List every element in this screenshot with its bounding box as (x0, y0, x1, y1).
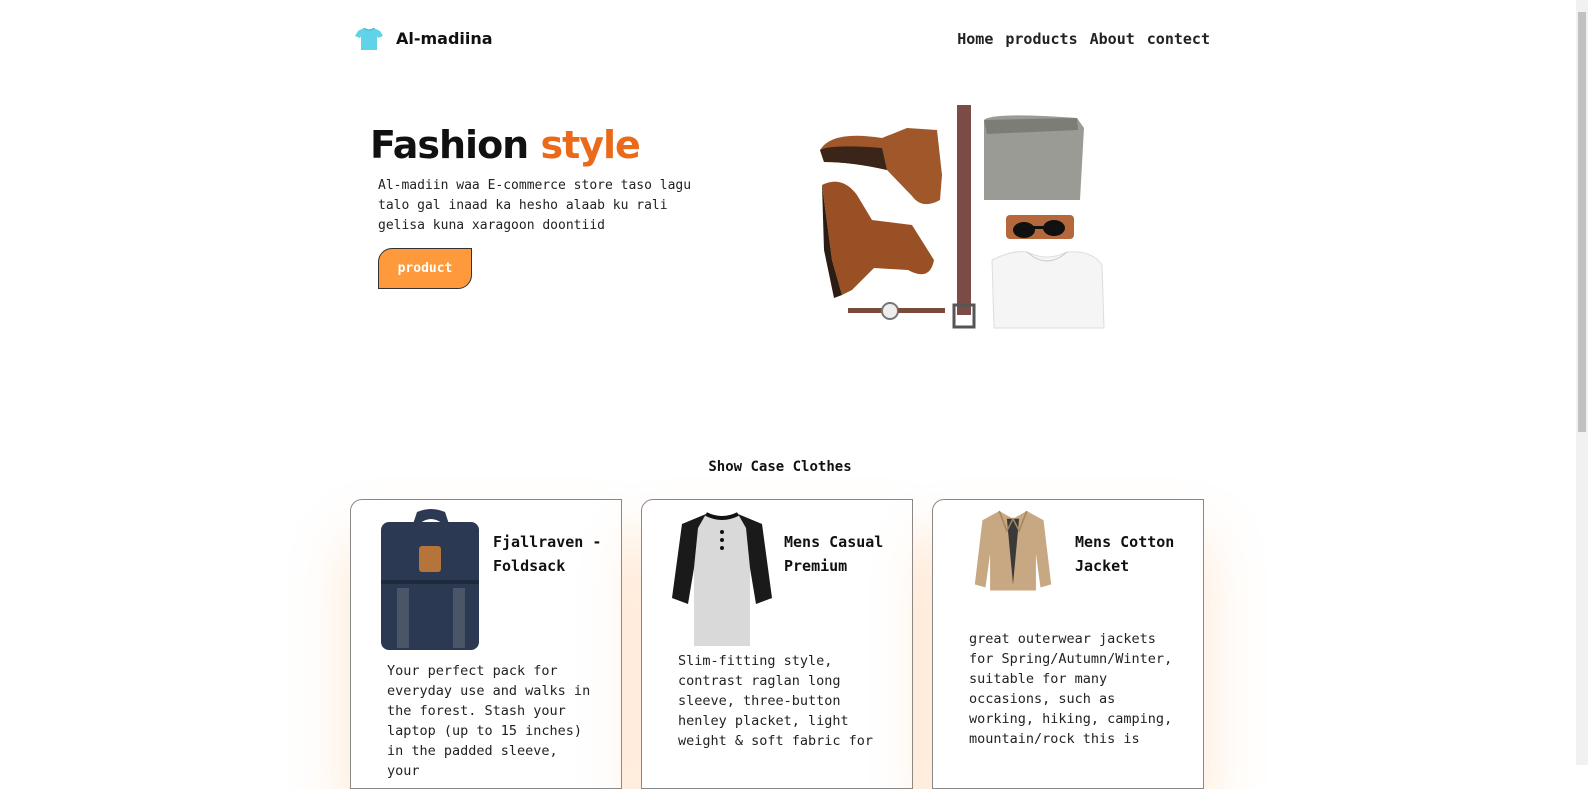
nav-products[interactable]: products (1005, 30, 1077, 48)
nav-contact[interactable]: contect (1147, 30, 1210, 48)
product-card[interactable]: Mens Cotton Jacket great outerwear jacke… (932, 499, 1204, 789)
hero-title-main: Fashion (370, 123, 529, 167)
brand-name[interactable]: Al-madiina (396, 29, 493, 48)
product-title[interactable]: Fjallraven - Foldsack (493, 530, 603, 578)
nav-home[interactable]: Home (957, 30, 993, 48)
hero-description: Al-madiin waa E-commerce store taso lagu… (378, 178, 692, 233)
product-description: Your perfect pack for everyday use and w… (387, 663, 591, 779)
product-description: Slim-fitting style, contrast raglan long… (678, 653, 874, 749)
product-card[interactable]: Fjallraven - Foldsack Your perfect pack … (350, 499, 622, 789)
nav-about[interactable]: About (1090, 30, 1135, 48)
navbar: Al-madiina Home products About contect (350, 20, 1210, 60)
hero-title: Fashion style (370, 123, 641, 167)
product-button[interactable]: product (378, 248, 472, 289)
cotton-jacket-image (974, 510, 1052, 591)
product-title[interactable]: Mens Casual Premium (784, 530, 894, 578)
henley-shirt-image (672, 512, 772, 646)
scroll-thumb[interactable] (1578, 12, 1586, 432)
tshirt-icon (355, 27, 383, 50)
hero-fashion-flatlay-image (820, 105, 1105, 329)
backpack-image (381, 509, 479, 650)
product-description: great outerwear jackets for Spring/Autum… (969, 631, 1173, 747)
showcase-title: Show Case Clothes (708, 459, 852, 475)
page-scrollbar[interactable] (1576, 0, 1588, 765)
product-title[interactable]: Mens Cotton Jacket (1075, 530, 1185, 578)
product-card[interactable]: Mens Casual Premium Slim-fitting style, … (641, 499, 913, 789)
nav-links: Home products About contect (957, 30, 1210, 48)
hero-title-accent: style (540, 123, 640, 167)
